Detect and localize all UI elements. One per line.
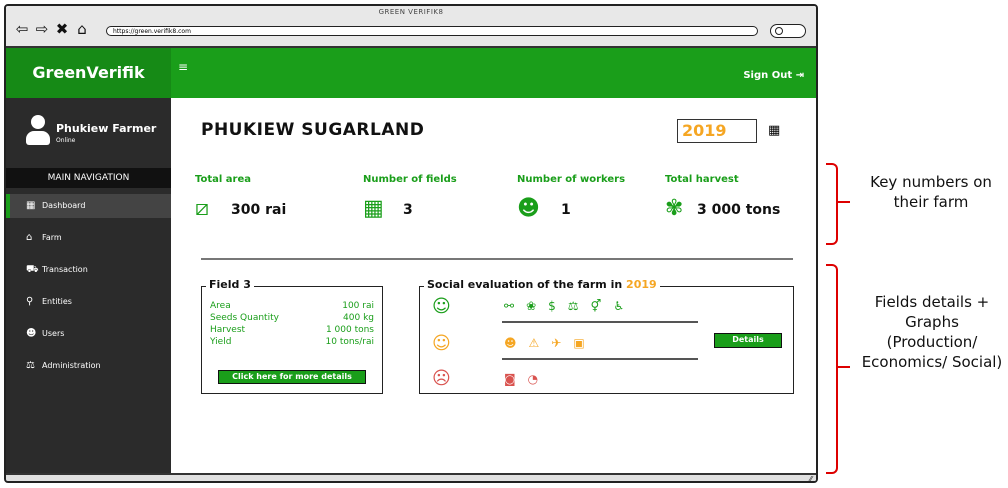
sugarcane-icon: ✾ [665, 196, 684, 221]
kpi-value-workers: 1 [561, 202, 571, 218]
menu-toggle-icon[interactable]: ≡ [178, 60, 188, 74]
kpi-label-workers: Number of workers [517, 174, 626, 185]
annotation-kpis: Key numbers on their farm [870, 173, 992, 211]
browser-window: GREEN VERIFIK8 ⇦ ⇨ ✖ ⌂ https://green.ver… [4, 4, 818, 483]
accessibility-icon[interactable]: ♿ [613, 299, 624, 313]
page-title: PHUKIEW SUGARLAND [201, 120, 425, 140]
field-details-panel: Field 3 Area 100 rai Seeds Quantity 400 kg… [201, 278, 383, 394]
home-icon: ⌂ [26, 232, 33, 243]
sidebar-item-label: Entities [42, 297, 72, 306]
annotation-brace-fields [826, 264, 838, 474]
resize-handle-icon[interactable]: ⁄⁄ [809, 475, 812, 481]
home-icon[interactable]: ⌂ [74, 21, 90, 37]
annotation-brace-kpis [826, 163, 838, 245]
sidebar-item-farm[interactable]: ⌂ Farm [6, 226, 171, 250]
sidebar-item-label: Administration [42, 361, 101, 370]
sidebar-item-dashboard[interactable]: ▦ Dashboard [6, 194, 171, 218]
back-icon[interactable]: ⇦ [14, 21, 30, 37]
social-evaluation-panel: Social evaluation of the farm in 2019 ☺ … [419, 278, 794, 394]
handshake-icon[interactable]: ⚯ [504, 299, 514, 313]
url-bar[interactable]: https://green.verifik8.com [106, 26, 758, 36]
fish-icon[interactable]: ❀ [526, 299, 536, 313]
forward-icon[interactable]: ⇨ [34, 21, 50, 37]
sidebar-item-users[interactable]: ☻ Users [6, 322, 171, 346]
avatar [26, 115, 50, 149]
sidebar-item-label: Transaction [42, 265, 88, 274]
sidebar: Phukiew Farmer Online MAIN NAVIGATION ▦ D… [6, 98, 171, 481]
neutral-face-icon: ☺ [432, 333, 451, 354]
kpi-value-fields: 3 [403, 202, 413, 218]
grid-icon: ▦ [363, 196, 384, 221]
main-navigation-header: MAIN NAVIGATION [6, 168, 171, 188]
kpi-label-harvest: Total harvest [665, 174, 739, 185]
status-bar: ⁄⁄ [6, 473, 816, 481]
kpi-label-area: Total area [195, 174, 252, 185]
crop-icon: ⧄ [195, 196, 209, 221]
family-icon[interactable]: ☻ [504, 336, 517, 350]
app-header: GreenVerifik ≡ Sign Out ⇥ [6, 48, 816, 98]
close-icon[interactable]: ✖ [54, 21, 70, 37]
gender-icon[interactable]: ⚥ [591, 299, 602, 313]
dashboard-icon: ▦ [26, 200, 36, 211]
neutral-indicators: ☻ ⚠ ✈ ▣ [504, 336, 585, 350]
details-button[interactable]: Details [714, 333, 782, 348]
sidebar-item-label: Dashboard [42, 201, 86, 210]
dollar-icon[interactable]: $ [548, 299, 556, 313]
calendar-icon[interactable]: ▦ [768, 123, 780, 138]
kpi-value-harvest: 3 000 tons [697, 202, 781, 218]
brand-logo[interactable]: GreenVerifik [6, 48, 171, 98]
window-title: GREEN VERIFIK8 [378, 8, 444, 16]
field-title: Field 3 [206, 278, 254, 291]
browser-nav-buttons: ⇦ ⇨ ✖ ⌂ [14, 21, 90, 37]
happy-face-icon: ☺ [432, 296, 451, 317]
admin-icon: ⚖ [26, 360, 35, 371]
user-status: Online [56, 137, 76, 144]
user-name: Phukiew Farmer [56, 122, 157, 135]
scale-icon[interactable]: ⚖ [568, 299, 579, 313]
sidebar-item-label: Users [42, 329, 65, 338]
sign-out-icon: ⇥ [795, 70, 804, 81]
divider [201, 258, 793, 260]
sidebar-item-entities[interactable]: ⚲ Entities [6, 290, 171, 314]
browser-titlebar: GREEN VERIFIK8 ⇦ ⇨ ✖ ⌂ https://green.ver… [6, 6, 816, 48]
good-indicators: ⚯ ❀ $ ⚖ ⚥ ♿ [504, 299, 624, 313]
annotation-brace-tip [838, 366, 850, 368]
year-input[interactable]: 2019 [677, 119, 757, 143]
users-icon: ☻ [26, 328, 37, 339]
search-icon[interactable] [770, 24, 806, 38]
sidebar-item-transaction[interactable]: ⛟ Transaction [6, 258, 171, 282]
sign-out-label: Sign Out [743, 70, 793, 81]
sad-face-icon: ☹ [432, 368, 451, 389]
camera-icon[interactable]: ◙ [504, 372, 516, 386]
social-title: Social evaluation of the farm in 2019 [424, 278, 660, 291]
pin-icon: ⚲ [26, 296, 34, 307]
more-details-button[interactable]: Click here for more details [218, 370, 366, 384]
separator-line [502, 358, 698, 360]
labor-icon[interactable]: ✈ [551, 336, 561, 350]
cart-icon: ⛟ [26, 264, 39, 275]
sidebar-item-administration[interactable]: ⚖ Administration [6, 354, 171, 378]
separator-line [502, 321, 698, 323]
clock-icon[interactable]: ◔ [528, 372, 538, 386]
workers-icon: ☻ [517, 196, 540, 221]
annotation-brace-tip [838, 201, 850, 203]
sign-out-button[interactable]: Sign Out ⇥ [743, 70, 804, 81]
kpi-label-fields: Number of fields [363, 174, 457, 185]
annotation-fields: Fields details + Graphs (Production/ Eco… [861, 293, 1003, 371]
main-content: PHUKIEW SUGARLAND 2019 ▦ Total area ⧄ 30… [171, 98, 816, 481]
certificate-icon[interactable]: ▣ [573, 336, 584, 350]
warning-icon[interactable]: ⚠ [529, 336, 540, 350]
bad-indicators: ◙ ◔ [504, 372, 538, 386]
kpi-value-area: 300 rai [231, 202, 287, 218]
sidebar-item-label: Farm [42, 233, 62, 242]
